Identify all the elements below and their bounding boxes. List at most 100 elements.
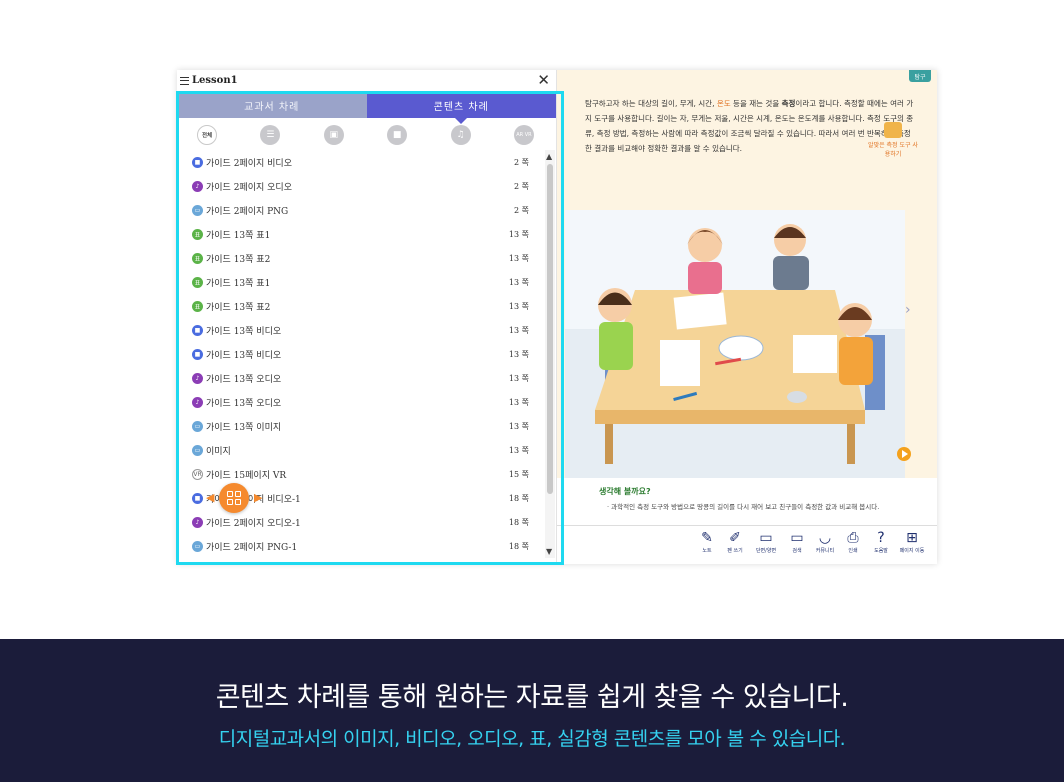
- list-item-title: 가이드 13쪽 이미지: [206, 422, 282, 433]
- note-button[interactable]: ✎ 노트: [695, 529, 719, 564]
- table-icon: 표: [192, 252, 203, 264]
- community-button[interactable]: ◡ 커뮤니티: [813, 529, 837, 564]
- caption-banner: 콘텐츠 차례를 통해 원하는 자료를 쉽게 찾을 수 있습니다. 디지털교과서의…: [0, 639, 1064, 782]
- page-paragraph: 탐구하고자 하는 대상의 길이, 무게, 시간, 온도 등을 재는 것을 측정이…: [585, 96, 915, 156]
- table-icon: 표: [192, 276, 203, 288]
- list-item-title: 가이드 2페이지 비디오-1: [206, 494, 301, 505]
- content-filters: 전체 ☰ ▣ ■ ♫ AR VR: [177, 118, 556, 150]
- list-item-page: 13 쪽: [508, 229, 529, 239]
- list-item-title: 가이드 13쪽 오디오: [206, 398, 282, 409]
- list-item[interactable]: ♪ 가이드 2페이지 오디오 2 쪽: [177, 174, 545, 198]
- filter-list-icon[interactable]: ☰: [260, 125, 281, 145]
- list-item[interactable]: ■ 가이드 13쪽 비디오 13 쪽: [177, 318, 545, 342]
- video-icon: ■: [192, 156, 203, 168]
- list-item-page: 18 쪽: [508, 541, 529, 551]
- scroll-up-icon[interactable]: ▲: [546, 152, 552, 161]
- list-item-page: 18 쪽: [508, 493, 529, 503]
- video-icon: ■: [192, 324, 203, 336]
- list-item[interactable]: ♪ 가이드 2페이지 오디오-1 18 쪽: [177, 510, 545, 534]
- filter-image-icon[interactable]: ▣: [323, 125, 344, 145]
- list-item-title: 가이드 13쪽 비디오: [206, 350, 282, 361]
- list-item[interactable]: ▭ 가이드 2페이지 PNG-1 18 쪽: [177, 534, 545, 558]
- paragraph-text: 탐구하고자 하는 대상의 길이, 무게, 시간,: [585, 99, 717, 108]
- close-icon[interactable]: ✕: [537, 73, 550, 88]
- classroom-illustration: [565, 210, 905, 478]
- help-button[interactable]: ? 도움말: [869, 529, 893, 564]
- pen-button[interactable]: ✐ 펜 쓰기: [723, 529, 747, 564]
- list-item[interactable]: 표 가이드 13쪽 표1 13 쪽: [177, 222, 545, 246]
- filter-all-icon[interactable]: 전체: [197, 125, 217, 145]
- table-icon: 표: [192, 228, 203, 240]
- list-item[interactable]: ▭ 이미지 13 쪽: [177, 438, 545, 462]
- menu-icon[interactable]: [180, 76, 189, 85]
- toolbar-label: 도움말: [874, 548, 888, 554]
- list-item[interactable]: ▭ 가이드 13쪽 이미지 13 쪽: [177, 414, 545, 438]
- play-media-icon[interactable]: [897, 447, 911, 461]
- grid-icon: [227, 491, 241, 505]
- list-item[interactable]: ♪ 가이드 13쪽 오디오 13 쪽: [177, 390, 545, 414]
- list-item-page: 2 쪽: [514, 205, 529, 215]
- scroll-down-icon[interactable]: ▼: [546, 547, 552, 556]
- list-item-title: 가이드 13쪽 표2: [206, 254, 271, 265]
- community-icon: ◡: [818, 530, 832, 546]
- pen-icon: ✐: [729, 530, 741, 546]
- page-move-button[interactable]: ⊞ 페이지 이동: [897, 529, 927, 564]
- list-item[interactable]: ■ 가이드 13쪽 비디오 13 쪽: [177, 342, 545, 366]
- list-item-page: 13 쪽: [508, 253, 529, 263]
- list-item-page: 13 쪽: [508, 421, 529, 431]
- audio-icon: ♪: [192, 396, 203, 408]
- measuring-tool-link[interactable]: 알맞은 측정 도구 사용하기: [867, 122, 919, 158]
- vr-icon: VR: [192, 468, 203, 480]
- search-button[interactable]: ▭ 검색: [785, 529, 809, 564]
- list-item-title: 가이드 13쪽 표2: [206, 302, 271, 313]
- paragraph-highlight[interactable]: 온도: [717, 99, 731, 108]
- list-item-title: 가이드 13쪽 표1: [206, 230, 271, 241]
- toolbar-label: 커뮤니티: [815, 548, 835, 554]
- scroll-thumb[interactable]: [547, 164, 553, 494]
- list-item-page: 13 쪽: [508, 277, 529, 287]
- list-item[interactable]: ▭ 가이드 2페이지 PNG 2 쪽: [177, 198, 545, 222]
- measuring-tool-label: 알맞은 측정 도구 사용하기: [868, 142, 918, 158]
- arrow-right-icon: ▶: [254, 491, 263, 504]
- list-item[interactable]: 표 가이드 13쪽 표1 13 쪽: [177, 270, 545, 294]
- next-page-icon[interactable]: ›: [905, 302, 911, 318]
- list-item-title: 가이드 2페이지 오디오-1: [206, 518, 301, 529]
- textbook-page: 탐구 탐구하고자 하는 대상의 길이, 무게, 시간, 온도 등을 재는 것을 …: [557, 70, 937, 564]
- single-page-button[interactable]: ▭ 단면/양면: [751, 529, 781, 564]
- list-item-title: 가이드 2페이지 오디오: [206, 182, 292, 193]
- list-item[interactable]: ♪ 가이드 13쪽 오디오 13 쪽: [177, 366, 545, 390]
- think-text: · 과학적인 측정 도구와 방법으로 땅콩의 길이를 다시 재어 보고 친구들이…: [607, 503, 880, 511]
- list-item[interactable]: 표 가이드 13쪽 표2 13 쪽: [177, 294, 545, 318]
- toolbar-label: 페이지 이동: [899, 548, 925, 554]
- list-item-title: 가이드 2페이지 PNG: [206, 206, 289, 217]
- tab-textbook-toc[interactable]: 교과서 차례: [177, 92, 367, 118]
- print-icon: ⎙: [847, 530, 859, 546]
- list-scrollbar[interactable]: ▲ ▼: [545, 150, 555, 558]
- toolbar-label: 펜 쓰기: [727, 548, 743, 554]
- note-icon: ✎: [701, 530, 713, 546]
- caption-main: 콘텐츠 차례를 통해 원하는 자료를 쉽게 찾을 수 있습니다.: [215, 682, 849, 713]
- panel-header-left: Lesson1: [180, 75, 238, 86]
- page-move-icon: ⊞: [906, 530, 918, 546]
- list-item[interactable]: ■ 가이드 2페이지 비디오 2 쪽: [177, 150, 545, 174]
- list-item[interactable]: 표 가이드 13쪽 표2 13 쪽: [177, 246, 545, 270]
- single-page-icon: ▭: [759, 530, 773, 546]
- quick-menu-button[interactable]: [219, 483, 249, 513]
- filter-video-icon[interactable]: ■: [387, 125, 408, 145]
- list-item-title: 가이드 2페이지 PNG-1: [206, 542, 298, 553]
- arrow-left-icon: ◀: [206, 491, 215, 504]
- panel-tabs: 교과서 차례 콘텐츠 차례: [177, 92, 556, 124]
- print-button[interactable]: ⎙ 인쇄: [841, 529, 865, 564]
- think-section: 생각해 볼까요? · 과학적인 측정 도구와 방법으로 땅콩의 길이를 다시 재…: [557, 478, 937, 525]
- filter-audio-icon[interactable]: ♫: [450, 125, 471, 145]
- audio-icon: ♪: [192, 180, 203, 192]
- video-icon: ■: [192, 492, 203, 504]
- list-item-page: 13 쪽: [508, 325, 529, 335]
- filter-ar-vr-icon[interactable]: AR VR: [513, 125, 534, 145]
- tab-contents-toc[interactable]: 콘텐츠 차례: [366, 92, 556, 124]
- inquiry-badge: 탐구: [909, 70, 931, 82]
- list-item-page: 2 쪽: [514, 181, 529, 191]
- paragraph-text: 등을 재는 것을: [730, 99, 782, 108]
- list-item-title: 가이드 13쪽 비디오: [206, 326, 282, 337]
- help-icon: ?: [877, 530, 885, 546]
